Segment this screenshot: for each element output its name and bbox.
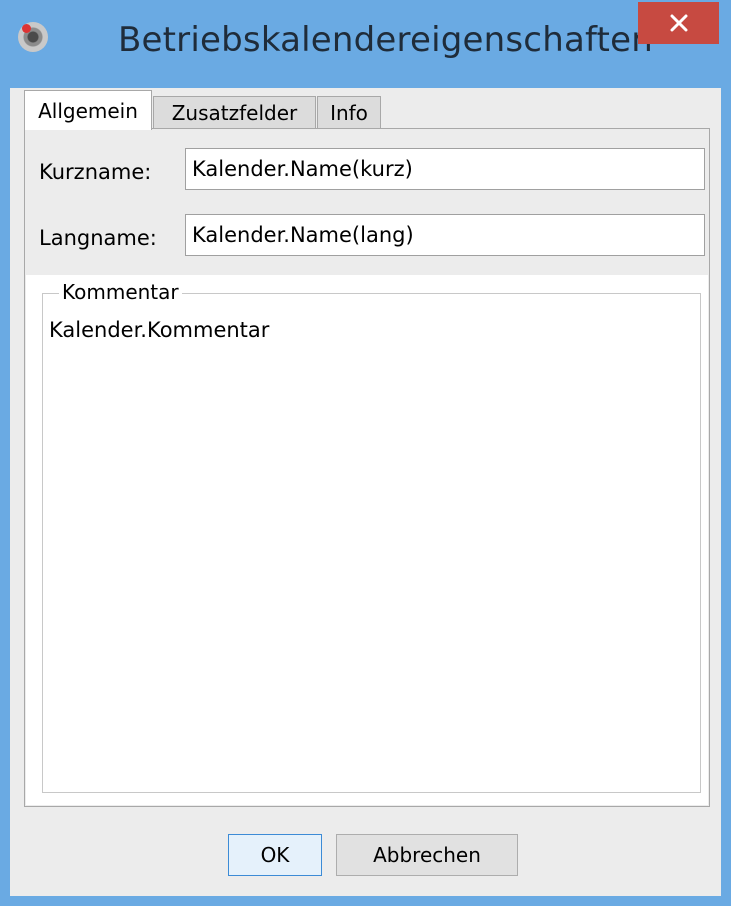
dialog-window: Betriebskalendereigenschaften Allgemein … (0, 0, 731, 906)
tab-panel-allgemein: Kurzname: Kalender.Name(kurz) Langname: … (24, 128, 710, 807)
comment-textarea[interactable]: Kalender.Kommentar (49, 318, 269, 342)
ok-button[interactable]: OK (228, 834, 322, 876)
tab-zusatzfelder[interactable]: Zusatzfelder (153, 96, 316, 128)
comment-area: Kommentar Kalender.Kommentar (26, 275, 708, 805)
dialog-content: Allgemein Zusatzfelder Info Kurzname: Ka… (10, 88, 721, 896)
kurzname-field[interactable]: Kalender.Name(kurz) (185, 148, 705, 190)
tab-info[interactable]: Info (317, 96, 381, 128)
tab-allgemein[interactable]: Allgemein (24, 90, 152, 130)
comment-group-title: Kommentar (59, 280, 182, 304)
langname-label: Langname: (39, 226, 157, 250)
close-button[interactable] (638, 2, 719, 44)
close-icon (670, 14, 687, 32)
app-icon (18, 22, 48, 52)
kurzname-label: Kurzname: (39, 160, 152, 184)
title-bar[interactable]: Betriebskalendereigenschaften (0, 0, 731, 88)
langname-field[interactable]: Kalender.Name(lang) (185, 214, 705, 256)
window-title: Betriebskalendereigenschaften (118, 20, 653, 60)
comment-group: Kommentar Kalender.Kommentar (42, 280, 701, 793)
cancel-button[interactable]: Abbrechen (336, 834, 518, 876)
